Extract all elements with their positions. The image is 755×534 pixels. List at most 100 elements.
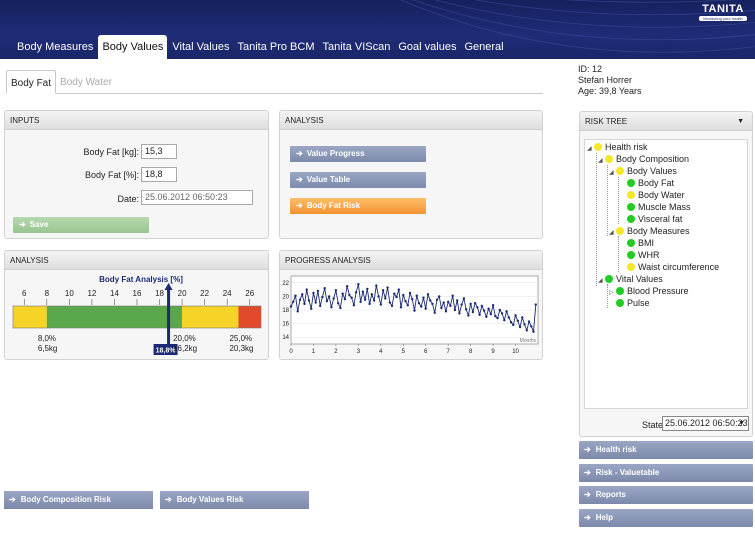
arrow-right-icon: ➔ [9, 495, 16, 504]
data-point [399, 306, 403, 309]
tree-node-label: Waist circumference [638, 262, 720, 272]
state-select[interactable]: 25.06.2012 06:50:23 ▼ [662, 416, 749, 431]
value-table-button[interactable]: ➔ Value Table [290, 172, 426, 188]
subtab-body-fat[interactable]: Body Fat [6, 70, 57, 94]
body-composition-risk-label: Body Composition Risk [20, 495, 111, 504]
x-tick-label: 2 [334, 349, 338, 355]
data-point [507, 316, 511, 319]
threshold-percent-label: 25,0% [229, 334, 252, 343]
data-point [357, 282, 360, 286]
tree-node-blood-pressure[interactable]: ▷ Blood Pressure [609, 286, 689, 297]
data-point [523, 323, 526, 326]
tab-tanita-viscan[interactable]: Tanita VIScan [320, 35, 394, 59]
tree-node-muscle-mass[interactable]: Muscle Mass [620, 202, 691, 213]
tanita-logo: TANITA Monitoring your health [697, 3, 749, 23]
data-point [341, 292, 344, 295]
data-point [384, 297, 387, 300]
tree-node-label: Health risk [605, 142, 648, 152]
collapse-arrow-icon[interactable]: ▼ [737, 112, 744, 131]
tab-general[interactable]: General [461, 35, 506, 59]
help-button[interactable]: ➔ Help [579, 509, 753, 527]
save-button[interactable]: ➔ Save [13, 217, 149, 233]
body-fat-kg-field[interactable]: 15,3 [141, 144, 177, 159]
expand-minus-icon[interactable]: ◢ [609, 228, 616, 239]
tree-node-body-water[interactable]: Body Water [620, 190, 685, 201]
data-point [366, 287, 369, 291]
data-point [530, 325, 533, 328]
risk-valuetable-button[interactable]: ➔ Risk - Valuetable [579, 464, 753, 482]
tab-body-values[interactable]: Body Values [98, 35, 168, 59]
data-point [336, 302, 340, 305]
tree-node-visceral-fat[interactable]: Visceral fat [620, 214, 682, 225]
expand-minus-icon[interactable]: ◢ [598, 276, 605, 287]
tab-tanita-pro-bcm[interactable]: Tanita Pro BCM [234, 35, 317, 59]
data-point [462, 297, 466, 300]
body-fat-pct-field[interactable]: 18,8 [141, 167, 177, 182]
tab-body-measures[interactable]: Body Measures [14, 35, 96, 59]
progress-analysis-panel: PROGRESS ANALYSIS 14 16 18 20 22 01234567891… [279, 250, 543, 360]
data-point [363, 298, 367, 301]
data-point [323, 287, 326, 290]
risk-tree-panel: RISK TREE ▼ ◢ Health risk ◢ Body Compositi… [579, 111, 753, 437]
tree-node-health-risk[interactable]: ◢ Health risk [587, 142, 648, 153]
expand-minus-icon[interactable]: ◢ [587, 144, 594, 155]
x-tick-label: 14 [110, 289, 119, 298]
tree-node-vital-values[interactable]: ◢ Vital Values [598, 274, 663, 285]
tree-node-label: Pulse [627, 298, 650, 308]
arrow-right-icon: ➔ [296, 175, 303, 184]
data-point [339, 306, 342, 310]
body-composition-risk-button[interactable]: ➔ Body Composition Risk [4, 491, 153, 509]
health-risk-button[interactable]: ➔ Health risk [579, 441, 753, 459]
arrow-right-icon: ➔ [296, 201, 303, 210]
x-axis-unit: Months [520, 338, 537, 344]
date-field[interactable]: 25.06.2012 06:50:23 [141, 190, 253, 205]
analysis-chart-panel: ANALYSIS Body Fat Analysis [%] 6 8 10 12 14 1… [4, 250, 269, 360]
status-dot-icon [627, 203, 635, 211]
tree-node-label: Muscle Mass [638, 202, 691, 212]
y-tick-label: 20 [282, 294, 289, 300]
threshold-kg-label: 20,3kg [229, 344, 253, 353]
value-progress-button[interactable]: ➔ Value Progress [290, 146, 426, 162]
y-tick-label: 22 [282, 281, 289, 287]
data-point [532, 330, 535, 333]
subtab-body-water[interactable]: Body Water [56, 70, 116, 94]
status-dot-icon [627, 251, 635, 259]
status-dot-icon [605, 275, 613, 283]
x-tick-label: 6 [22, 289, 27, 298]
data-point [489, 312, 493, 316]
tab-vital-values[interactable]: Vital Values [169, 35, 232, 59]
data-point [422, 296, 425, 299]
tree-node-body-fat[interactable]: Body Fat [620, 178, 674, 189]
tree-node-body-measures[interactable]: ◢ Body Measures [609, 226, 690, 237]
data-point [485, 315, 488, 318]
progress-line-chart: 14 16 18 20 22 0 1 2 3 4 5 6 7 8 9 10 Months [282, 275, 539, 355]
main-tabs: Body Measures Body Values Vital Values T… [14, 35, 509, 59]
tree-node-body-values[interactable]: ◢ Body Values [609, 166, 677, 177]
data-point [348, 293, 351, 297]
data-point [310, 307, 313, 310]
tree-node-waist-circumference[interactable]: Waist circumference [620, 262, 719, 273]
x-tick-label: 6 [424, 349, 428, 355]
data-point [395, 295, 398, 299]
status-dot-icon [605, 155, 613, 163]
tree-node-pulse[interactable]: Pulse [609, 298, 650, 309]
tree-node-body-composition[interactable]: ◢ Body Composition [598, 154, 689, 165]
data-point [408, 291, 412, 295]
body-fat-risk-button[interactable]: ➔ Body Fat Risk [290, 198, 426, 214]
expand-minus-icon[interactable]: ◢ [609, 168, 616, 179]
reports-button[interactable]: ➔ Reports [579, 486, 753, 504]
x-tick-label: 10 [512, 349, 519, 355]
tree-node-bmi[interactable]: BMI [620, 238, 654, 249]
tree-node-whr[interactable]: WHR [620, 250, 660, 261]
tab-goal-values[interactable]: Goal values [395, 35, 459, 59]
date-label: Date: [117, 194, 139, 204]
y-tick-label: 18 [282, 308, 289, 314]
risk-tree-title-text: RISK TREE [585, 117, 628, 126]
status-dot-icon [627, 215, 635, 223]
arrow-right-icon: ➔ [165, 495, 172, 504]
data-point [525, 329, 528, 332]
risk-tree: ◢ Health risk ◢ Body Composition ◢ Body Val… [584, 139, 748, 409]
data-point [354, 291, 358, 294]
body-values-risk-button[interactable]: ➔ Body Values Risk [160, 491, 309, 509]
expand-minus-icon[interactable]: ◢ [598, 156, 605, 167]
